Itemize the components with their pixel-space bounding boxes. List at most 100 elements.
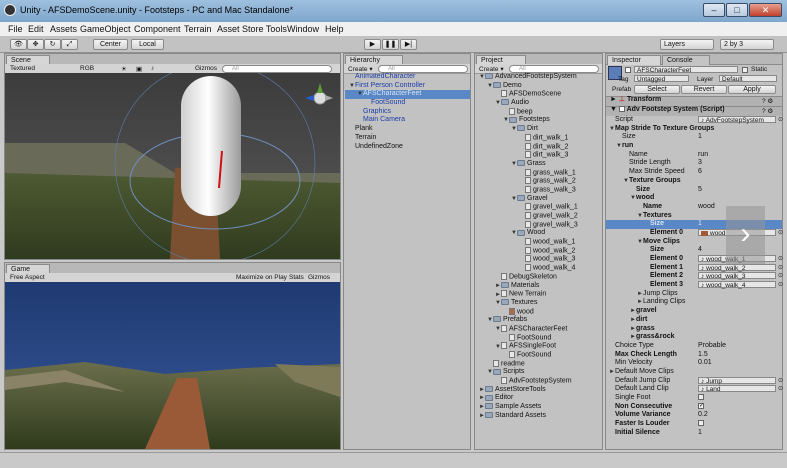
layer-dropdown[interactable]: Default	[719, 75, 777, 83]
object-field[interactable]: ♪ wood_walk_4	[698, 281, 776, 289]
inspector-property-row[interactable]: Faster Is Louder	[606, 420, 782, 429]
project-item[interactable]: ▼ Scripts	[476, 368, 602, 377]
scene-shading-dropdown[interactable]: Textured	[10, 65, 35, 72]
scene-audio-toggle[interactable]: ♪	[151, 65, 154, 72]
inspector-property-row[interactable]: Name run	[606, 151, 782, 160]
inspector-property-row[interactable]: Element 2 ♪ wood_walk_3 ⊙	[606, 272, 783, 281]
inspector-property-row[interactable]: Stride Length 3	[606, 159, 782, 168]
inspector-property-row[interactable]: ▼wood	[606, 194, 782, 203]
hierarchy-item[interactable]: ▼First Person Controller	[345, 82, 470, 91]
inspector-property-row[interactable]: Choice Type Probable	[606, 342, 782, 351]
scene-lighting-toggle[interactable]: ☀	[121, 65, 127, 73]
hierarchy-create-dropdown[interactable]: Create ▾	[348, 65, 373, 73]
inspector-property-row[interactable]: ▼Map Stride To Texture Groups	[606, 125, 782, 134]
inspector-property-row[interactable]: ►Default Move Clips	[606, 368, 782, 377]
game-aspect-dropdown[interactable]: Free Aspect	[10, 274, 45, 281]
project-item[interactable]: AdvFootstepSystem	[476, 377, 602, 386]
object-picker-icon[interactable]: ⊙	[778, 255, 783, 264]
inspector-property-row[interactable]: Default Jump Clip ♪ Jump ⊙	[606, 376, 783, 386]
project-item[interactable]: ▼ AdvancedFootstepSystem	[476, 73, 602, 82]
inspector-property-row[interactable]: Size 1	[606, 133, 782, 142]
object-picker-icon[interactable]: ⊙	[778, 385, 783, 394]
inspector-property-row[interactable]: Max Check Length 1.5	[606, 351, 782, 360]
object-field[interactable]: ♪ AdvFootstepSystem	[698, 116, 776, 124]
hierarchy-search-input[interactable]: All	[378, 65, 468, 73]
property-value[interactable]: ♪ Jump ⊙	[698, 376, 783, 386]
object-picker-icon[interactable]: ⊙	[778, 264, 783, 273]
project-item[interactable]: grass_walk_2	[476, 177, 602, 186]
menu-component[interactable]: Component	[134, 24, 181, 34]
property-value[interactable]: ♪ Land ⊙	[698, 385, 783, 394]
pivot-center-button[interactable]: Center	[93, 39, 128, 50]
project-item[interactable]: gravel_walk_1	[476, 203, 602, 212]
tab-inspector[interactable]: Inspector	[607, 55, 661, 65]
project-item[interactable]: gravel_walk_3	[476, 220, 602, 230]
property-value[interactable]: ✓	[698, 402, 704, 412]
play-button[interactable]: ▶	[364, 39, 381, 50]
project-item[interactable]: ▼ AFSSingleFoot	[476, 342, 602, 351]
property-value[interactable]	[698, 420, 704, 429]
inspector-property-row[interactable]: ►grass	[606, 325, 782, 334]
tag-dropdown[interactable]: Untagged	[634, 75, 689, 83]
layers-dropdown[interactable]: Layers	[660, 39, 714, 50]
tab-console[interactable]: Console	[662, 55, 710, 65]
inspector-property-row[interactable]: ►gravel	[606, 307, 782, 316]
scene-image-toggle[interactable]: ▣	[136, 65, 142, 73]
project-item[interactable]: ► Editor	[476, 394, 602, 403]
project-item[interactable]: dirt_walk_3	[476, 151, 602, 160]
object-field[interactable]: ♪ Jump	[698, 376, 776, 385]
project-item[interactable]: ▼ Gravel	[476, 195, 602, 204]
project-item[interactable]: grass_walk_1	[476, 168, 602, 178]
static-checkbox[interactable]	[742, 67, 748, 73]
project-item[interactable]: dirt_walk_1	[476, 133, 602, 143]
project-item[interactable]: readme	[476, 359, 602, 369]
scene-search-input[interactable]: All	[222, 65, 332, 73]
game-viewport[interactable]	[5, 282, 340, 449]
minimize-button[interactable]: –	[703, 3, 725, 17]
inspector-property-row[interactable]: Size 5	[606, 186, 782, 195]
menu-assets[interactable]: Assets	[50, 24, 77, 34]
menu-asset-store-tools[interactable]: Asset Store Tools	[217, 24, 287, 34]
inspector-property-row[interactable]: Non Consecutive ✓	[606, 403, 782, 412]
scene-render-dropdown[interactable]: RGB	[80, 65, 94, 72]
inspector-property-row[interactable]: Max Stride Speed 6	[606, 168, 782, 177]
property-value[interactable]: ♪ wood_walk_4 ⊙	[698, 281, 783, 290]
project-item[interactable]: ▼ Audio	[476, 99, 602, 108]
project-item[interactable]: ▼ Wood	[476, 229, 602, 238]
property-checkbox[interactable]	[698, 420, 704, 427]
project-item[interactable]: ▼ Footsteps	[476, 116, 602, 125]
stats-toggle[interactable]: Stats	[289, 274, 304, 281]
project-item[interactable]: ► Sample Assets	[476, 403, 602, 412]
scene-gizmos-dropdown[interactable]: Gizmos	[195, 65, 217, 72]
project-item[interactable]: grass_walk_3	[476, 185, 602, 195]
close-button[interactable]: ✕	[749, 3, 782, 17]
project-item[interactable]: FootSound	[476, 351, 602, 360]
inspector-property-row[interactable]: Min Velocity 0.01	[606, 359, 782, 368]
menu-window[interactable]: Window	[287, 24, 319, 34]
inspector-property-row[interactable]: ►dirt	[606, 316, 782, 325]
property-value[interactable]	[698, 394, 704, 403]
hierarchy-item[interactable]: Graphics	[345, 108, 470, 117]
inspector-property-row[interactable]: Volume Variance 0.2	[606, 411, 782, 420]
property-checkbox[interactable]: ✓	[698, 402, 704, 409]
property-checkbox[interactable]	[698, 394, 704, 401]
maximize-on-play-toggle[interactable]: Maximize on Play	[236, 274, 287, 281]
project-item[interactable]: wood_walk_2	[476, 246, 602, 256]
inspector-property-row[interactable]: ▼run	[606, 142, 782, 151]
inspector-property-row[interactable]: Script ♪ AdvFootstepSystem ⊙	[606, 116, 783, 125]
menu-edit[interactable]: Edit	[28, 24, 44, 34]
project-item[interactable]: ► New Terrain	[476, 290, 602, 299]
project-item[interactable]: gravel_walk_2	[476, 212, 602, 221]
layout-dropdown[interactable]: 2 by 3	[720, 39, 774, 50]
hierarchy-item[interactable]: Terrain	[345, 134, 470, 143]
project-item[interactable]: wood_walk_4	[476, 264, 602, 273]
maximize-button[interactable]: □	[726, 3, 748, 17]
project-item[interactable]: ▼ AFSCharacterFeet	[476, 324, 602, 334]
project-item[interactable]: DebugSkeleton	[476, 272, 602, 282]
pivot-local-button[interactable]: Local	[131, 39, 164, 50]
project-item[interactable]: ► AssetStoreTools	[476, 386, 602, 395]
next-arrow-icon[interactable]: ›	[726, 206, 765, 264]
inspector-property-row[interactable]: Element 1 ♪ wood_walk_2 ⊙	[606, 263, 783, 273]
object-picker-icon[interactable]: ⊙	[778, 281, 783, 290]
inspector-property-row[interactable]: ►Jump Clips	[606, 290, 782, 299]
